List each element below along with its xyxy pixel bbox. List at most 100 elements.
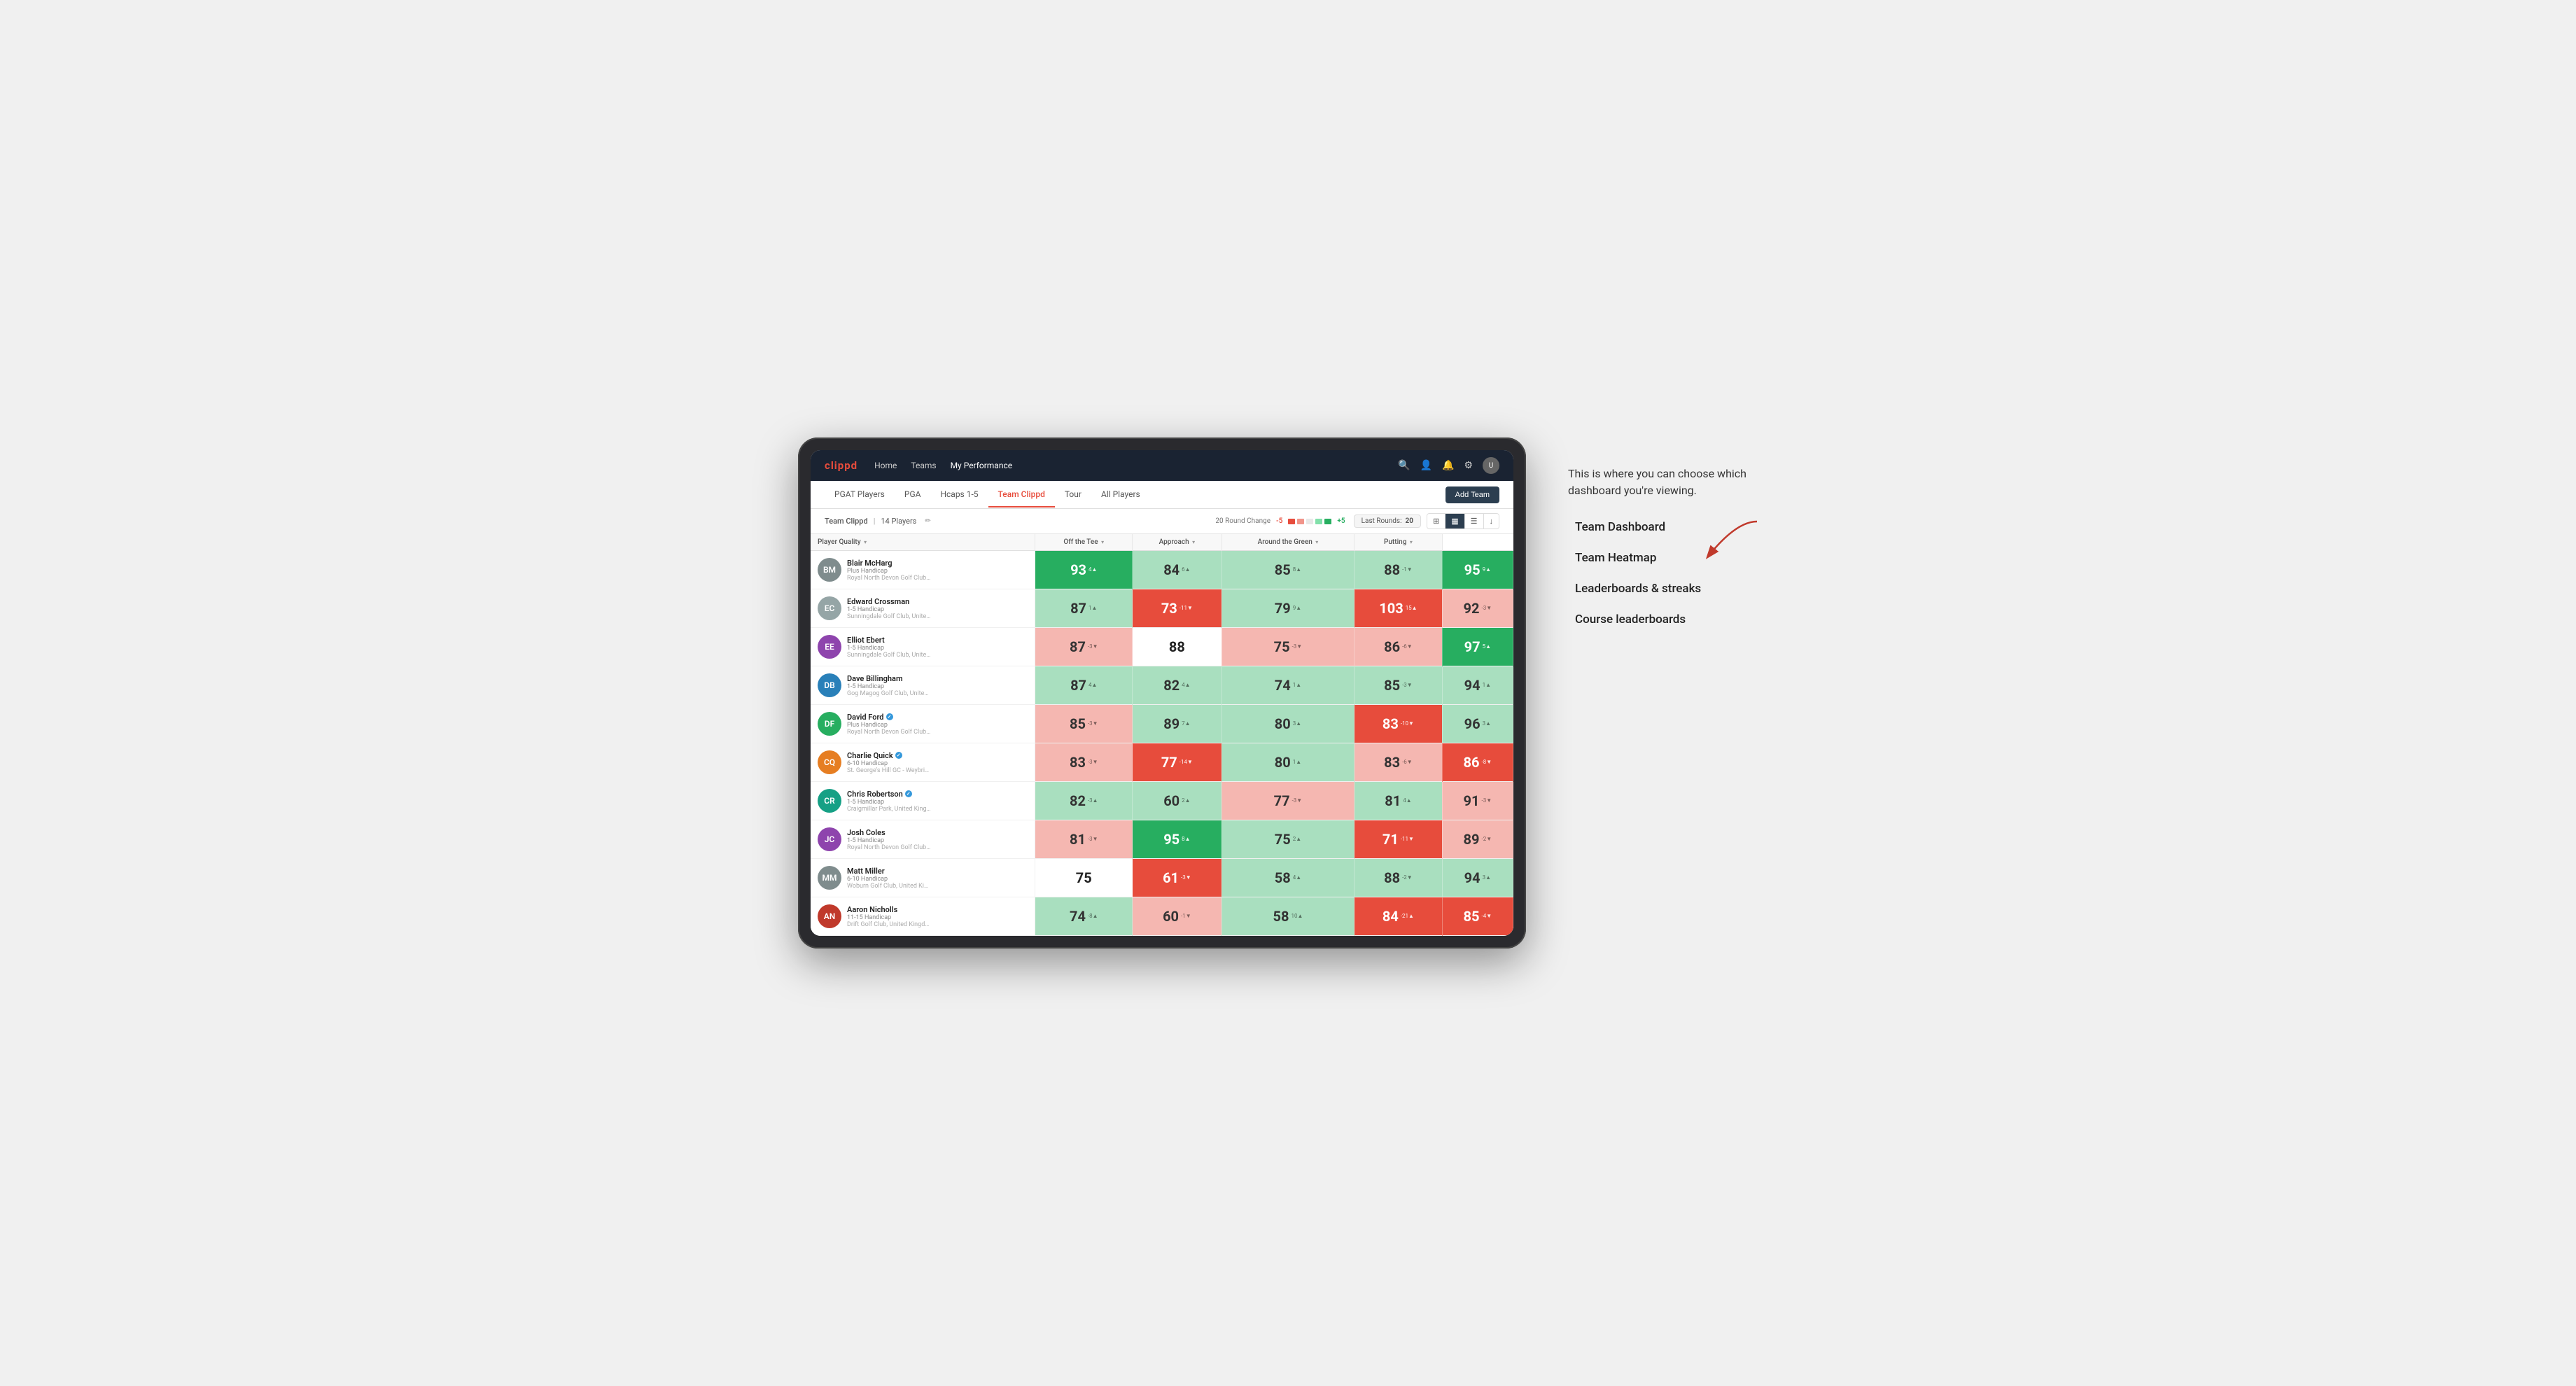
avatar[interactable]: U: [1483, 457, 1499, 474]
player-info: Chris Robertson✓ 1-5 Handicap Craigmilla…: [847, 790, 931, 813]
player-cell-9[interactable]: AN Aaron Nicholls 11-15 Handicap Drift G…: [811, 897, 1035, 936]
player-cell-3[interactable]: DB Dave Billingham 1-5 Handicap Gog Mago…: [811, 666, 1035, 705]
view-grid-button[interactable]: ⊞: [1427, 514, 1446, 528]
score-cell-4-3[interactable]: 83 -10▼: [1354, 705, 1443, 743]
player-club: Royal North Devon Golf Club, United King…: [847, 575, 931, 582]
score-cell-6-1[interactable]: 60 2▲: [1133, 782, 1222, 820]
search-icon[interactable]: 🔍: [1398, 460, 1410, 471]
score-value: 73: [1161, 600, 1177, 617]
score-cell-8-4[interactable]: 94 3▲: [1442, 859, 1513, 897]
score-cell-9-0[interactable]: 74 -8▲: [1035, 897, 1133, 936]
subnav-tour[interactable]: Tour: [1055, 482, 1091, 507]
player-cell-5[interactable]: CQ Charlie Quick✓ 6-10 Handicap St. Geor…: [811, 743, 1035, 782]
player-cell-0[interactable]: BM Blair McHarg Plus Handicap Royal Nort…: [811, 551, 1035, 589]
score-value: 60: [1163, 908, 1179, 925]
last-rounds-button[interactable]: Last Rounds: 20: [1354, 514, 1421, 528]
score-cell-5-3[interactable]: 83 -6▼: [1354, 743, 1443, 782]
score-cell-8-0[interactable]: 75: [1035, 859, 1133, 897]
col-putting[interactable]: Putting ▾: [1354, 534, 1443, 551]
score-cell-0-0[interactable]: 93 4▲: [1035, 551, 1133, 589]
score-value: 85: [1464, 908, 1480, 925]
score-cell-5-0[interactable]: 83 -3▼: [1035, 743, 1133, 782]
col-around-green[interactable]: Around the Green ▾: [1222, 534, 1354, 551]
score-cell-4-0[interactable]: 85 -3▼: [1035, 705, 1133, 743]
nav-link-performance[interactable]: My Performance: [951, 458, 1013, 473]
score-box: 95 8▲: [1133, 820, 1222, 858]
score-cell-4-1[interactable]: 89 7▲: [1133, 705, 1222, 743]
score-cell-4-2[interactable]: 80 3▲: [1222, 705, 1354, 743]
score-cell-1-1[interactable]: 73 -11▼: [1133, 589, 1222, 628]
score-box: 91 -3▼: [1443, 782, 1513, 820]
score-cell-2-1[interactable]: 88: [1133, 628, 1222, 666]
player-cell-7[interactable]: JC Josh Coles 1-5 Handicap Royal North D…: [811, 820, 1035, 859]
score-cell-7-3[interactable]: 71 -11▼: [1354, 820, 1443, 859]
score-cell-1-0[interactable]: 87 1▲: [1035, 589, 1133, 628]
player-cell-2[interactable]: EE Elliot Ebert 1-5 Handicap Sunningdale…: [811, 628, 1035, 666]
subnav-pga[interactable]: PGA: [895, 482, 931, 507]
score-cell-6-4[interactable]: 91 -3▼: [1442, 782, 1513, 820]
score-cell-0-4[interactable]: 95 9▲: [1442, 551, 1513, 589]
edit-icon[interactable]: ✏: [925, 517, 930, 525]
player-cell-4[interactable]: DF David Ford✓ Plus Handicap Royal North…: [811, 705, 1035, 743]
score-cell-5-4[interactable]: 86 -8▼: [1442, 743, 1513, 782]
score-cell-9-4[interactable]: 85 -4▼: [1442, 897, 1513, 936]
score-cell-0-2[interactable]: 85 8▲: [1222, 551, 1354, 589]
score-cell-6-3[interactable]: 81 4▲: [1354, 782, 1443, 820]
view-list-button[interactable]: ☰: [1465, 514, 1484, 528]
score-cell-8-1[interactable]: 61 -3▼: [1133, 859, 1222, 897]
notifications-icon[interactable]: 🔔: [1442, 460, 1454, 471]
score-cell-1-4[interactable]: 92 -3▼: [1442, 589, 1513, 628]
score-cell-1-3[interactable]: 103 15▲: [1354, 589, 1443, 628]
settings-icon[interactable]: ⚙: [1464, 460, 1473, 471]
nav-link-home[interactable]: Home: [874, 458, 897, 473]
score-cell-5-1[interactable]: 77 -14▼: [1133, 743, 1222, 782]
annotation-item-2: Leaderboards & streaks: [1575, 582, 1778, 596]
score-box: 87 -3▼: [1035, 628, 1132, 666]
player-cell-6[interactable]: CR Chris Robertson✓ 1-5 Handicap Craigmi…: [811, 782, 1035, 820]
score-cell-7-1[interactable]: 95 8▲: [1133, 820, 1222, 859]
score-cell-2-3[interactable]: 86 -6▼: [1354, 628, 1443, 666]
col-off-tee[interactable]: Off the Tee ▾: [1035, 534, 1133, 551]
score-cell-7-2[interactable]: 75 2▲: [1222, 820, 1354, 859]
view-heatmap-button[interactable]: ▦: [1446, 514, 1464, 528]
score-cell-7-4[interactable]: 89 -2▼: [1442, 820, 1513, 859]
score-cell-6-0[interactable]: 82 -3▲: [1035, 782, 1133, 820]
nav-bar: clippd Home Teams My Performance 🔍 👤 🔔 ⚙…: [811, 450, 1513, 481]
player-cell-1[interactable]: EC Edward Crossman 1-5 Handicap Sunningd…: [811, 589, 1035, 628]
nav-link-teams[interactable]: Teams: [911, 458, 936, 473]
score-change: 1▲: [1293, 759, 1301, 766]
score-cell-3-3[interactable]: 85 -3▼: [1354, 666, 1443, 705]
view-download-button[interactable]: ↓: [1484, 514, 1499, 528]
score-cell-0-3[interactable]: 88 -1▼: [1354, 551, 1443, 589]
score-cell-3-2[interactable]: 74 1▲: [1222, 666, 1354, 705]
table-row: EE Elliot Ebert 1-5 Handicap Sunningdale…: [811, 628, 1513, 666]
score-cell-9-2[interactable]: 58 10▲: [1222, 897, 1354, 936]
score-cell-3-0[interactable]: 87 4▲: [1035, 666, 1133, 705]
score-cell-1-2[interactable]: 79 9▲: [1222, 589, 1354, 628]
score-cell-6-2[interactable]: 77 -3▼: [1222, 782, 1354, 820]
score-cell-5-2[interactable]: 80 1▲: [1222, 743, 1354, 782]
score-cell-9-1[interactable]: 60 -1▼: [1133, 897, 1222, 936]
score-cell-2-0[interactable]: 87 -3▼: [1035, 628, 1133, 666]
score-cell-2-4[interactable]: 97 5▲: [1442, 628, 1513, 666]
col-approach[interactable]: Approach ▾: [1133, 534, 1222, 551]
subnav-all-players[interactable]: All Players: [1091, 482, 1150, 507]
add-team-button[interactable]: Add Team: [1446, 486, 1499, 503]
score-cell-8-2[interactable]: 58 4▲: [1222, 859, 1354, 897]
subnav-hcaps[interactable]: Hcaps 1-5: [930, 482, 988, 507]
person-icon[interactable]: 👤: [1420, 460, 1432, 471]
score-cell-9-3[interactable]: 84 -21▲: [1354, 897, 1443, 936]
score-cell-2-2[interactable]: 75 -3▼: [1222, 628, 1354, 666]
score-cell-8-3[interactable]: 88 -2▼: [1354, 859, 1443, 897]
player-cell-8[interactable]: MM Matt Miller 6-10 Handicap Woburn Golf…: [811, 859, 1035, 897]
col-player-quality[interactable]: Player Quality ▾: [811, 534, 1035, 551]
score-cell-3-4[interactable]: 94 1▲: [1442, 666, 1513, 705]
score-cell-3-1[interactable]: 82 4▲: [1133, 666, 1222, 705]
tablet-screen: clippd Home Teams My Performance 🔍 👤 🔔 ⚙…: [811, 450, 1513, 936]
score-cell-4-4[interactable]: 96 3▲: [1442, 705, 1513, 743]
player-info: Aaron Nicholls 11-15 Handicap Drift Golf…: [847, 905, 931, 928]
score-cell-7-0[interactable]: 81 -3▼: [1035, 820, 1133, 859]
subnav-pgat[interactable]: PGAT Players: [825, 482, 895, 507]
subnav-team-clippd[interactable]: Team Clippd: [988, 482, 1055, 507]
score-cell-0-1[interactable]: 84 6▲: [1133, 551, 1222, 589]
